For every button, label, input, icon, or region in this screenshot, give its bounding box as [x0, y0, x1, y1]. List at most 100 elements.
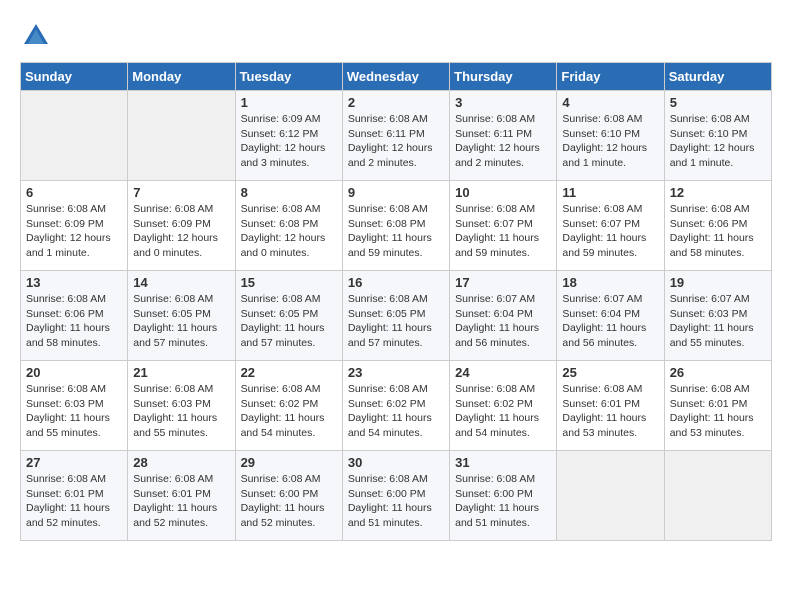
calendar-cell: 28 Sunrise: 6:08 AMSunset: 6:01 PMDayligh…	[128, 451, 235, 541]
calendar-cell: 20 Sunrise: 6:08 AMSunset: 6:03 PMDayligh…	[21, 361, 128, 451]
day-info: Sunrise: 6:08 AMSunset: 6:11 PMDaylight:…	[455, 112, 551, 171]
day-number: 5	[670, 95, 766, 110]
calendar-cell: 17Sunrise: 6:07 AMSunset: 6:04 PMDayligh…	[450, 271, 557, 361]
day-number: 28	[133, 455, 229, 470]
calendar-cell: 1 Sunrise: 6:09 AMSunset: 6:12 PMDaylight…	[235, 91, 342, 181]
calendar-cell: 13Sunrise: 6:08 AMSunset: 6:06 PMDayligh…	[21, 271, 128, 361]
day-info: Sunrise: 6:08 AMSunset: 6:09 PMDaylight:…	[26, 202, 122, 261]
day-info: Sunrise: 6:08 AMSunset: 6:08 PMDaylight:…	[348, 202, 444, 261]
weekday-header-monday: Monday	[128, 63, 235, 91]
calendar-cell	[664, 451, 771, 541]
day-info: Sunrise: 6:08 AMSunset: 6:01 PMDaylight:…	[133, 472, 229, 531]
calendar-cell: 24 Sunrise: 6:08 AMSunset: 6:02 PMDayligh…	[450, 361, 557, 451]
calendar-cell: 29Sunrise: 6:08 AMSunset: 6:00 PMDayligh…	[235, 451, 342, 541]
day-info: Sunrise: 6:08 AMSunset: 6:01 PMDaylight:…	[26, 472, 122, 531]
day-info: Sunrise: 6:08 AMSunset: 6:03 PMDaylight:…	[133, 382, 229, 441]
calendar-cell: 8Sunrise: 6:08 AMSunset: 6:08 PMDaylight…	[235, 181, 342, 271]
weekday-header-saturday: Saturday	[664, 63, 771, 91]
day-info: Sunrise: 6:07 AMSunset: 6:04 PMDaylight:…	[455, 292, 551, 351]
day-number: 21	[133, 365, 229, 380]
calendar-cell: 27 Sunrise: 6:08 AMSunset: 6:01 PMDayligh…	[21, 451, 128, 541]
calendar-cell: 10 Sunrise: 6:08 AMSunset: 6:07 PMDayligh…	[450, 181, 557, 271]
day-info: Sunrise: 6:08 AMSunset: 6:06 PMDaylight:…	[26, 292, 122, 351]
calendar-cell: 9 Sunrise: 6:08 AMSunset: 6:08 PMDaylight…	[342, 181, 449, 271]
day-number: 15	[241, 275, 337, 290]
calendar-cell: 23 Sunrise: 6:08 AMSunset: 6:02 PMDayligh…	[342, 361, 449, 451]
weekday-header-sunday: Sunday	[21, 63, 128, 91]
calendar-cell: 19Sunrise: 6:07 AMSunset: 6:03 PMDayligh…	[664, 271, 771, 361]
day-number: 31	[455, 455, 551, 470]
day-info: Sunrise: 6:08 AMSunset: 6:11 PMDaylight:…	[348, 112, 444, 171]
calendar-cell	[557, 451, 664, 541]
calendar-cell: 11 Sunrise: 6:08 AMSunset: 6:07 PMDayligh…	[557, 181, 664, 271]
weekday-header-tuesday: Tuesday	[235, 63, 342, 91]
calendar-week-row: 20 Sunrise: 6:08 AMSunset: 6:03 PMDayligh…	[21, 361, 772, 451]
day-info: Sunrise: 6:08 AMSunset: 6:10 PMDaylight:…	[670, 112, 766, 171]
weekday-header-row: SundayMondayTuesdayWednesdayThursdayFrid…	[21, 63, 772, 91]
day-number: 25	[562, 365, 658, 380]
day-number: 20	[26, 365, 122, 380]
day-info: Sunrise: 6:08 AMSunset: 6:10 PMDaylight:…	[562, 112, 658, 171]
day-info: Sunrise: 6:08 AMSunset: 6:05 PMDaylight:…	[133, 292, 229, 351]
day-number: 16	[348, 275, 444, 290]
calendar-cell: 5 Sunrise: 6:08 AMSunset: 6:10 PMDaylight…	[664, 91, 771, 181]
day-number: 9	[348, 185, 444, 200]
calendar-cell: 6 Sunrise: 6:08 AMSunset: 6:09 PMDaylight…	[21, 181, 128, 271]
logo-icon	[20, 20, 52, 52]
day-number: 18	[562, 275, 658, 290]
day-info: Sunrise: 6:08 AMSunset: 6:08 PMDaylight:…	[241, 202, 337, 261]
day-info: Sunrise: 6:08 AMSunset: 6:02 PMDaylight:…	[348, 382, 444, 441]
day-info: Sunrise: 6:07 AMSunset: 6:03 PMDaylight:…	[670, 292, 766, 351]
weekday-header-friday: Friday	[557, 63, 664, 91]
day-info: Sunrise: 6:08 AMSunset: 6:03 PMDaylight:…	[26, 382, 122, 441]
calendar-cell: 25 Sunrise: 6:08 AMSunset: 6:01 PMDayligh…	[557, 361, 664, 451]
day-number: 10	[455, 185, 551, 200]
day-info: Sunrise: 6:08 AMSunset: 6:01 PMDaylight:…	[670, 382, 766, 441]
day-info: Sunrise: 6:08 AMSunset: 6:05 PMDaylight:…	[241, 292, 337, 351]
calendar-cell: 21 Sunrise: 6:08 AMSunset: 6:03 PMDayligh…	[128, 361, 235, 451]
day-number: 24	[455, 365, 551, 380]
calendar-cell: 3Sunrise: 6:08 AMSunset: 6:11 PMDaylight…	[450, 91, 557, 181]
calendar-cell	[21, 91, 128, 181]
day-info: Sunrise: 6:08 AMSunset: 6:07 PMDaylight:…	[455, 202, 551, 261]
day-info: Sunrise: 6:08 AMSunset: 6:01 PMDaylight:…	[562, 382, 658, 441]
calendar-cell: 31 Sunrise: 6:08 AMSunset: 6:00 PMDayligh…	[450, 451, 557, 541]
weekday-header-wednesday: Wednesday	[342, 63, 449, 91]
day-info: Sunrise: 6:07 AMSunset: 6:04 PMDaylight:…	[562, 292, 658, 351]
calendar-cell: 12Sunrise: 6:08 AMSunset: 6:06 PMDayligh…	[664, 181, 771, 271]
calendar-cell: 4 Sunrise: 6:08 AMSunset: 6:10 PMDaylight…	[557, 91, 664, 181]
calendar-cell: 14Sunrise: 6:08 AMSunset: 6:05 PMDayligh…	[128, 271, 235, 361]
day-number: 27	[26, 455, 122, 470]
calendar-week-row: 1 Sunrise: 6:09 AMSunset: 6:12 PMDaylight…	[21, 91, 772, 181]
weekday-header-thursday: Thursday	[450, 63, 557, 91]
calendar-table: SundayMondayTuesdayWednesdayThursdayFrid…	[20, 62, 772, 541]
day-number: 2	[348, 95, 444, 110]
calendar-week-row: 6 Sunrise: 6:08 AMSunset: 6:09 PMDaylight…	[21, 181, 772, 271]
day-number: 7	[133, 185, 229, 200]
day-number: 23	[348, 365, 444, 380]
calendar-cell: 16 Sunrise: 6:08 AMSunset: 6:05 PMDayligh…	[342, 271, 449, 361]
calendar-cell: 15 Sunrise: 6:08 AMSunset: 6:05 PMDayligh…	[235, 271, 342, 361]
day-info: Sunrise: 6:08 AMSunset: 6:06 PMDaylight:…	[670, 202, 766, 261]
logo	[20, 20, 54, 52]
day-number: 26	[670, 365, 766, 380]
day-info: Sunrise: 6:08 AMSunset: 6:07 PMDaylight:…	[562, 202, 658, 261]
calendar-cell: 7Sunrise: 6:08 AMSunset: 6:09 PMDaylight…	[128, 181, 235, 271]
day-number: 1	[241, 95, 337, 110]
day-number: 11	[562, 185, 658, 200]
calendar-week-row: 13Sunrise: 6:08 AMSunset: 6:06 PMDayligh…	[21, 271, 772, 361]
day-number: 4	[562, 95, 658, 110]
day-info: Sunrise: 6:09 AMSunset: 6:12 PMDaylight:…	[241, 112, 337, 171]
day-info: Sunrise: 6:08 AMSunset: 6:02 PMDaylight:…	[455, 382, 551, 441]
day-number: 6	[26, 185, 122, 200]
day-info: Sunrise: 6:08 AMSunset: 6:00 PMDaylight:…	[348, 472, 444, 531]
day-info: Sunrise: 6:08 AMSunset: 6:00 PMDaylight:…	[455, 472, 551, 531]
calendar-week-row: 27 Sunrise: 6:08 AMSunset: 6:01 PMDayligh…	[21, 451, 772, 541]
day-number: 30	[348, 455, 444, 470]
day-info: Sunrise: 6:08 AMSunset: 6:00 PMDaylight:…	[241, 472, 337, 531]
day-info: Sunrise: 6:08 AMSunset: 6:05 PMDaylight:…	[348, 292, 444, 351]
calendar-cell: 18 Sunrise: 6:07 AMSunset: 6:04 PMDayligh…	[557, 271, 664, 361]
calendar-cell: 2 Sunrise: 6:08 AMSunset: 6:11 PMDaylight…	[342, 91, 449, 181]
page-header	[20, 20, 772, 52]
calendar-cell	[128, 91, 235, 181]
